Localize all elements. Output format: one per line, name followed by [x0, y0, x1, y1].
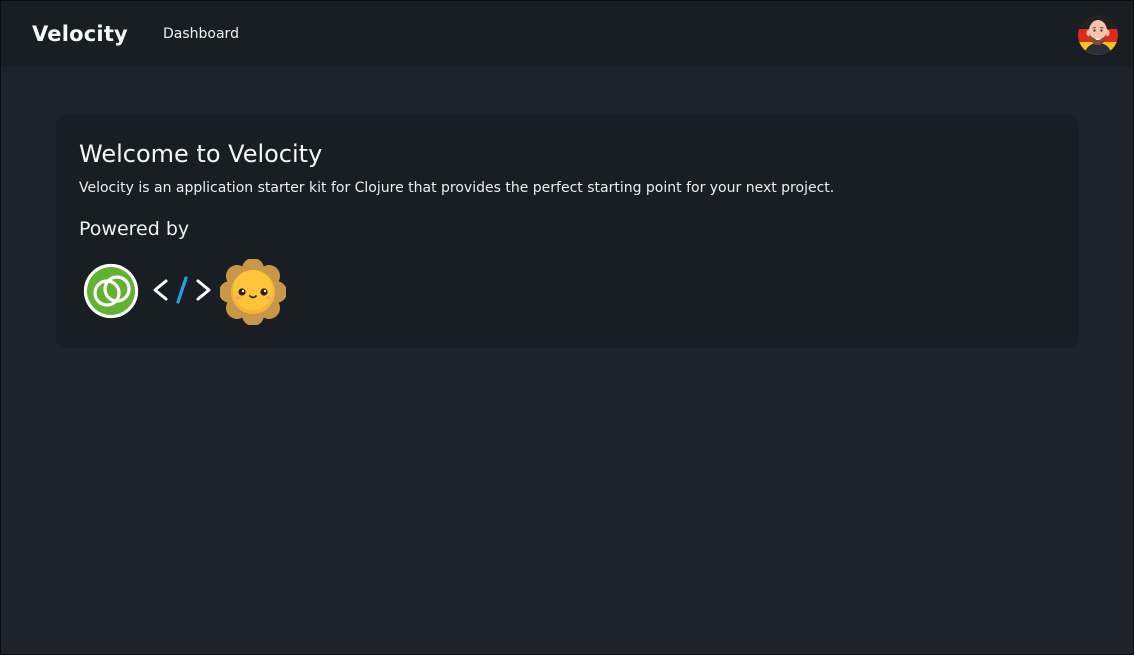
clojure-logo-icon — [83, 263, 139, 319]
powered-by-heading: Powered by — [79, 218, 190, 240]
welcome-title: Welcome to Velocity — [79, 140, 323, 168]
user-avatar[interactable] — [1078, 15, 1118, 55]
avatar-memoji-icon — [1078, 15, 1118, 55]
brand-logo-text[interactable]: Velocity — [32, 21, 128, 47]
html-tag-logo-icon — [152, 273, 212, 307]
sun-mascot-logo-icon — [219, 258, 287, 326]
top-navbar: Velocity Dashboard — [1, 1, 1133, 67]
welcome-description: Velocity is an application starter kit f… — [79, 180, 835, 196]
welcome-card: Welcome to Velocity Velocity is an appli… — [56, 115, 1079, 348]
nav-link-dashboard[interactable]: Dashboard — [163, 25, 239, 43]
